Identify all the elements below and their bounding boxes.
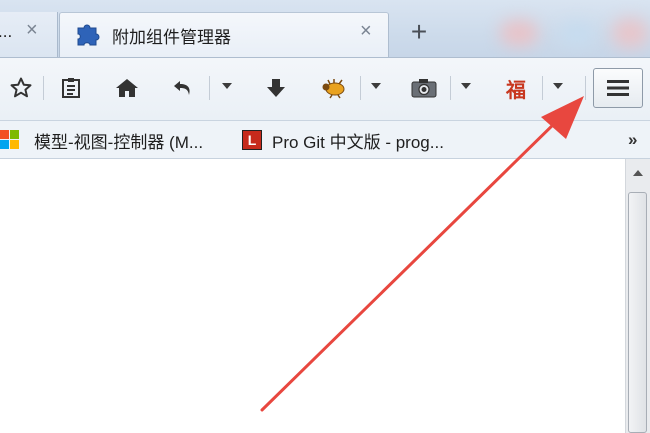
more-bookmarks-chevron-icon[interactable]: » (628, 130, 637, 150)
vertical-scrollbar[interactable] (625, 159, 650, 433)
microsoft-icon (0, 130, 20, 150)
puzzle-icon (77, 24, 100, 46)
bug-dropdown-icon[interactable] (371, 83, 381, 89)
bookmark-item[interactable]: 模型-视图-控制器 (M... (0, 129, 204, 152)
star-icon (10, 77, 32, 98)
toolbar-separator (360, 76, 361, 100)
nav-toolbar: 福 (0, 57, 650, 121)
bookmark-label: Pro Git 中文版 - prog... (272, 132, 444, 152)
reading-list-icon (62, 78, 80, 98)
tab-previous[interactable]: ... × (0, 12, 58, 57)
open-menu-button[interactable] (593, 68, 643, 108)
screenshot-button[interactable] (407, 71, 441, 105)
close-tab-icon[interactable]: × (360, 21, 372, 41)
undo-dropdown-icon[interactable] (222, 83, 232, 89)
tab-strip: ... × 附加组件管理器 × + (0, 0, 650, 57)
blurred-tab-background (612, 18, 648, 48)
scroll-thumb[interactable] (628, 192, 647, 433)
reading-list-button[interactable] (54, 71, 88, 105)
blurred-tab-background (500, 20, 538, 46)
fu-dropdown-icon[interactable] (553, 83, 563, 89)
tab-addons-manager[interactable]: 附加组件管理器 × (59, 12, 389, 57)
tab-title: 附加组件管理器 (112, 28, 231, 47)
fu-extension-button[interactable]: 福 (499, 71, 533, 105)
tab-title: ... (0, 22, 13, 41)
home-icon (116, 79, 138, 97)
toolbar-separator (209, 76, 210, 100)
browser-window: ... × 附加组件管理器 × + (0, 0, 650, 433)
new-tab-button[interactable]: + (402, 15, 436, 49)
toolbar-separator (542, 76, 543, 100)
home-button[interactable] (110, 71, 144, 105)
scroll-up-arrow-icon[interactable] (633, 170, 643, 176)
camera-dropdown-icon[interactable] (461, 83, 471, 89)
download-button[interactable] (259, 71, 293, 105)
bookmark-item[interactable]: L Pro Git 中文版 - prog... (242, 129, 444, 152)
bug-icon (322, 79, 345, 99)
download-icon (267, 79, 285, 97)
fu-icon: 福 (506, 77, 526, 102)
l-icon: L (242, 130, 262, 150)
toolbar-separator (585, 76, 586, 100)
toolbar-separator (450, 76, 451, 100)
bookmark-star-button[interactable] (4, 71, 38, 105)
page-content (0, 159, 625, 433)
close-tab-icon[interactable]: × (26, 20, 38, 40)
extension-bug-button[interactable] (317, 71, 351, 105)
undo-button[interactable] (167, 71, 201, 105)
bookmarks-toolbar: 模型-视图-控制器 (M... L Pro Git 中文版 - prog... … (0, 121, 650, 159)
blurred-tab-background (560, 22, 594, 46)
camera-icon (411, 79, 437, 98)
hamburger-menu-icon (607, 80, 629, 96)
bookmark-label: 模型-视图-控制器 (M... (34, 132, 204, 152)
undo-icon (174, 81, 190, 95)
toolbar-separator (43, 76, 44, 100)
